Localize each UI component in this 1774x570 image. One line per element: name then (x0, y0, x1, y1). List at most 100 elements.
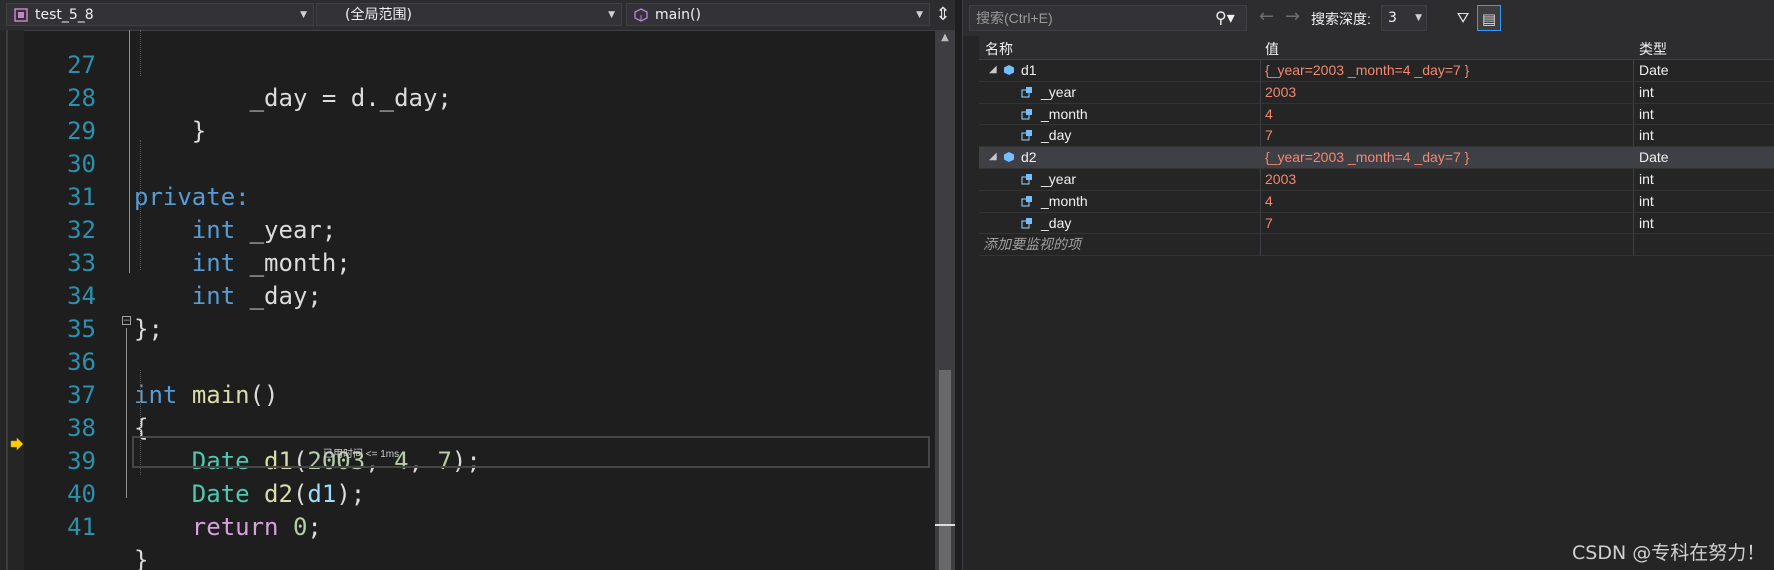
value-cell[interactable]: {_year=2003 _month=4 _day=7 } (1261, 147, 1634, 168)
member-field-icon (1021, 217, 1032, 229)
object-icon (1004, 152, 1014, 163)
scope-dropdown[interactable]: (全局范围) ▼ (316, 3, 622, 26)
navigation-bar: test_5_8 ▼ (全局范围) ▼ main() ▼ ⇕ (0, 0, 955, 31)
code-line: 37 { (0, 346, 148, 442)
back-arrow-icon[interactable]: ← (1259, 6, 1274, 27)
perf-tip: 已用时间 <= 1ms (323, 449, 400, 460)
watch-row[interactable]: _day 7 int (979, 125, 1774, 148)
watch-row[interactable]: _day 7 int (979, 212, 1774, 235)
type-cell: int (1639, 214, 1654, 231)
value-cell[interactable]: 4 (1261, 190, 1634, 212)
search-depth-value: 3 (1388, 10, 1397, 26)
view-toggle-icon[interactable]: ▤ (1477, 5, 1501, 31)
variable-name: d2 (1021, 149, 1037, 166)
scroll-up-icon[interactable]: ▲ (935, 32, 955, 48)
chevron-down-icon: ▼ (916, 10, 923, 20)
value-cell[interactable]: 2003 (1261, 81, 1634, 103)
watch-row[interactable]: _month 4 int (979, 190, 1774, 213)
code-editor[interactable]: test_5_8 ▼ (全局范围) ▼ main() ▼ ⇕ 27 _day =… (0, 0, 955, 570)
variable-name: _year (1041, 170, 1077, 187)
name-cell[interactable]: 添加要监视的项 (979, 234, 1261, 256)
search-placeholder: 搜索(Ctrl+E) (976, 10, 1053, 26)
chevron-down-icon: ▼ (300, 10, 307, 20)
search-input[interactable]: 搜索(Ctrl+E) (969, 5, 1247, 31)
watch-row[interactable]: _year 2003 int (979, 81, 1774, 104)
value-cell[interactable]: 7 (1261, 212, 1634, 234)
search-depth-dropdown[interactable]: 3 ▼ (1381, 5, 1427, 31)
watch-row[interactable]: _month 4 int (979, 103, 1774, 126)
code-line: 27 _day = d._day; (0, 30, 452, 112)
code-line: 28 } (0, 49, 206, 145)
watch-grid: 名称 值 类型 ◢ d1 {_year=2003 _month=4 _day=7… (979, 36, 1774, 257)
name-cell: ◢ d1 (979, 60, 1261, 81)
watch-toolbar: 搜索(Ctrl+E) ⚲▾ ← → 搜索深度: 3 ▼ ⛛ ▤ (963, 0, 1774, 36)
member-field-icon (1021, 86, 1032, 98)
variable-name: _year (1041, 83, 1077, 100)
object-icon (1004, 65, 1014, 75)
outline-bracket (126, 328, 127, 498)
project-dropdown-label: test_5_8 (35, 7, 94, 23)
watermark-credit: CSDN @专科在努力！ (1572, 542, 1766, 564)
search-depth-label: 搜索深度: (1311, 11, 1371, 27)
code-line: 41 } (0, 478, 148, 570)
chevron-down-icon: ▼ (1415, 13, 1422, 23)
name-cell: ◢ d2 (979, 147, 1261, 168)
code-text: private: (134, 183, 250, 211)
code-text: } (134, 117, 207, 145)
column-name-header[interactable]: 名称 (985, 39, 1013, 59)
code-area[interactable]: 27 _day = d._day; 28 } 29 30 private: 31… (0, 30, 935, 570)
search-icon[interactable]: ⚲▾ (1215, 8, 1235, 27)
value-cell[interactable]: 4 (1261, 103, 1634, 125)
type-cell: int (1639, 170, 1654, 187)
column-value-header[interactable]: 值 (1265, 39, 1279, 59)
value-cell[interactable]: 7 (1261, 125, 1634, 147)
grid-header: 名称 值 类型 (979, 36, 1774, 60)
scrollbar-thumb[interactable] (939, 370, 951, 570)
type-cell: Date (1639, 149, 1669, 166)
code-text: int main() (134, 381, 279, 409)
code-line: 31 int _year; (0, 148, 336, 244)
indent-guide (140, 30, 141, 76)
member-field-icon (1021, 173, 1032, 185)
line-number: 41 (67, 513, 96, 541)
function-dropdown[interactable]: main() ▼ (626, 3, 930, 26)
function-dropdown-label: main() (655, 7, 701, 23)
vertical-scrollbar[interactable]: ▲ (935, 30, 955, 570)
current-line-highlight (132, 436, 930, 468)
variable-name: d1 (1021, 62, 1037, 78)
code-line: 38 Date d1(2003, 4, 7); (0, 379, 481, 475)
code-text: _day = d._day; (134, 84, 452, 112)
value-cell[interactable]: 2003 (1261, 168, 1634, 190)
variable-name: _day (1041, 127, 1072, 144)
add-watch-placeholder: 添加要监视的项 (983, 236, 1081, 253)
add-watch-row[interactable]: 添加要监视的项 (979, 234, 1774, 257)
code-text: int _year; (191, 216, 337, 244)
forward-arrow-icon[interactable]: → (1285, 6, 1300, 27)
column-type-header[interactable]: 类型 (1639, 39, 1667, 59)
project-dropdown[interactable]: test_5_8 ▼ (6, 3, 314, 26)
code-line: 30 private: (0, 115, 250, 211)
code-text: }; (134, 315, 163, 343)
code-line: 36 int main() (0, 313, 278, 409)
type-cell: int (1639, 105, 1654, 122)
type-cell (1635, 234, 1774, 255)
watch-row[interactable]: _year 2003 int (979, 168, 1774, 191)
collapse-arrow-icon[interactable]: ◢ (989, 60, 997, 80)
name-cell: _day (979, 212, 1261, 234)
collapse-toggle-icon[interactable]: − (122, 316, 131, 326)
indent-guide (140, 140, 141, 270)
code-line: 35 (0, 280, 96, 343)
watch-row-selected[interactable]: ◢ d2 {_year=2003 _month=4 _day=7 } Date (979, 147, 1774, 169)
split-window-icon[interactable]: ⇕ (934, 4, 952, 26)
collapse-arrow-icon[interactable]: ◢ (989, 147, 997, 167)
type-cell: int (1639, 83, 1654, 100)
watch-window: 搜索(Ctrl+E) ⚲▾ ← → 搜索深度: 3 ▼ ⛛ ▤ 名称 值 类型 … (962, 0, 1774, 570)
filter-icon[interactable]: ⛛ (1451, 5, 1475, 31)
member-field-icon (1021, 195, 1032, 207)
value-cell[interactable]: {_year=2003 _month=4 _day=7 } (1261, 60, 1634, 81)
value-cell (1261, 234, 1634, 256)
watch-row[interactable]: ◢ d1 {_year=2003 _month=4 _day=7 } Date (979, 60, 1774, 82)
variable-name: _month (1041, 105, 1088, 122)
type-cell: int (1639, 192, 1654, 209)
code-text: return 0; (191, 513, 322, 541)
